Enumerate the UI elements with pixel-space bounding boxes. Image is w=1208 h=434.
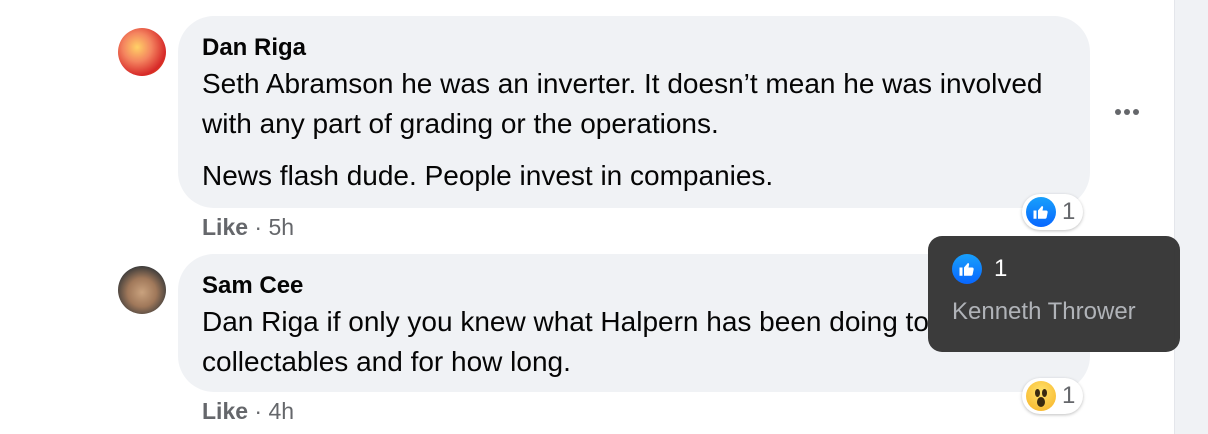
- reaction-count-pill[interactable]: 1: [1022, 194, 1084, 230]
- like-button[interactable]: Like: [202, 398, 248, 424]
- comment-time[interactable]: 5h: [268, 214, 294, 240]
- more-options-button[interactable]: [1110, 98, 1144, 126]
- tooltip-reaction-row: 1: [952, 254, 1007, 284]
- dot-icon: [1133, 109, 1139, 115]
- comment-bubble: Dan Riga Seth Abramson he was an inverte…: [178, 16, 1090, 208]
- dot-icon: [1124, 109, 1130, 115]
- comment-text: News flash dude. People invest in compan…: [202, 160, 774, 191]
- avatar[interactable]: [118, 266, 166, 314]
- tooltip-count: 1: [994, 255, 1008, 282]
- like-button[interactable]: Like: [202, 214, 248, 240]
- meta-separator: ·: [248, 214, 269, 240]
- reaction-count: 1: [1062, 382, 1076, 409]
- dot-icon: [1115, 109, 1121, 115]
- scrollbar-track[interactable]: [1174, 0, 1208, 434]
- comment-author[interactable]: Sam Cee: [202, 272, 303, 300]
- like-icon: [1026, 197, 1056, 227]
- comment-time[interactable]: 4h: [268, 398, 294, 424]
- comment-author[interactable]: Dan Riga: [202, 34, 306, 62]
- reactions-tooltip: 1 Kenneth Thrower: [928, 236, 1180, 352]
- avatar[interactable]: [118, 28, 166, 76]
- comment-meta: Like · 4h: [202, 398, 294, 425]
- comment-meta: Like · 5h: [202, 214, 294, 241]
- comment-text: Seth Abramson he was an inverter. It doe…: [202, 68, 1043, 139]
- meta-separator: ·: [248, 398, 269, 424]
- reaction-count-pill[interactable]: 1: [1022, 378, 1084, 414]
- like-icon: [952, 254, 982, 284]
- reaction-count: 1: [1062, 198, 1076, 225]
- wow-icon: [1026, 381, 1056, 411]
- tooltip-reactor-name: Kenneth Thrower: [952, 298, 1136, 325]
